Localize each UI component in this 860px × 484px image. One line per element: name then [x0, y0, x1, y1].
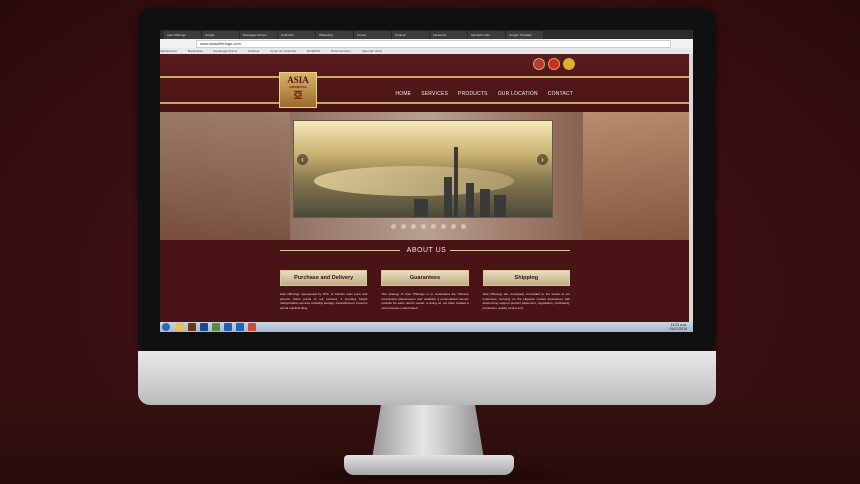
main-nav: HOME SERVICES PRODUCTS OUR LOCATION CONT… [395, 91, 573, 97]
page-scrollbar[interactable] [689, 54, 693, 322]
carousel-dot[interactable] [421, 224, 426, 229]
about-title: ABOUT US [406, 247, 447, 254]
header-gold-line [160, 76, 693, 78]
logo-mark: 亞 [293, 90, 303, 100]
shipping-button[interactable]: Shipping [482, 270, 570, 286]
carousel-dot[interactable] [461, 224, 466, 229]
card-text: The strategy of Asia Offerings is to und… [381, 292, 469, 310]
carousel-slide-image [293, 120, 553, 218]
site-header: ASIA OFFERINGS 亞 HOME SERVICES PRODUCTS … [160, 54, 693, 110]
service-card: Shipping Asia Offerings are completely c… [482, 270, 570, 310]
carousel-dots [391, 224, 466, 229]
word-icon[interactable] [224, 323, 232, 331]
carousel-dot[interactable] [431, 224, 436, 229]
browser-tab[interactable]: Colombia [278, 31, 315, 39]
browser-tab-strip: Asia Offerings Google Estrategia Chinos … [160, 30, 693, 39]
browser-tab[interactable]: Estrategia Chinos [240, 31, 277, 39]
browser-tab[interactable]: Correo [354, 31, 391, 39]
spain-flag-icon[interactable] [563, 58, 575, 70]
about-section-header: ABOUT US [160, 244, 693, 258]
service-card: Purchase and Delivery Asia Offerings rep… [280, 270, 368, 310]
illustrator-icon[interactable] [188, 323, 196, 331]
slide-building [414, 199, 428, 217]
language-switcher [533, 58, 575, 70]
header-gold-line [160, 102, 693, 104]
china-flag-icon[interactable] [548, 58, 560, 70]
hero-right-image [583, 112, 693, 240]
carousel-prev-icon[interactable]: ‹ [297, 154, 308, 165]
service-card: Guarantees The strategy of Asia Offering… [381, 270, 469, 310]
photoshop-icon[interactable] [200, 323, 208, 331]
clock-date: 01/07/2015 [669, 327, 687, 331]
nav-our-location[interactable]: OUR LOCATION [498, 91, 538, 97]
explorer-icon[interactable] [176, 323, 184, 331]
browser-tab[interactable]: Google Translate [506, 31, 543, 39]
url-field[interactable]: www.asiaofferings.com [196, 40, 671, 48]
carousel-dot[interactable] [411, 224, 416, 229]
carousel-next-icon[interactable]: › [537, 154, 548, 165]
carousel-dot[interactable] [401, 224, 406, 229]
monitor-chin [138, 351, 716, 405]
chrome-icon[interactable] [248, 323, 256, 331]
guarantees-button[interactable]: Guarantees [381, 270, 469, 286]
slide-tower [454, 147, 458, 217]
website: ASIA OFFERINGS 亞 HOME SERVICES PRODUCTS … [160, 54, 693, 322]
nav-products[interactable]: PRODUCTS [458, 91, 488, 97]
card-text: Asia Offerings are completely committed … [482, 292, 570, 310]
slide-building [466, 183, 474, 217]
browser-tab[interactable]: Google [202, 31, 239, 39]
service-cards: Purchase and Delivery Asia Offerings rep… [280, 270, 570, 310]
media-icon[interactable] [212, 323, 220, 331]
browser-tab[interactable]: Mercado Libre [468, 31, 505, 39]
purchase-delivery-button[interactable]: Purchase and Delivery [280, 270, 368, 286]
address-bar-row: www.asiaofferings.com [160, 39, 693, 48]
browser-tab[interactable]: Facebook [430, 31, 467, 39]
windows-taskbar: 11:21 a.m. 01/07/2015 [160, 322, 693, 332]
outlook-icon[interactable] [236, 323, 244, 331]
browser-tab[interactable]: Outlook [392, 31, 429, 39]
nav-home[interactable]: HOME [395, 91, 411, 97]
card-text: Asia Offerings represented by W.S. of Ch… [280, 292, 368, 310]
monitor-base [344, 455, 514, 475]
screen: Asia Offerings Google Estrategia Chinos … [160, 30, 693, 332]
carousel-dot[interactable] [391, 224, 396, 229]
slide-building [444, 177, 452, 217]
site-logo[interactable]: ASIA OFFERINGS 亞 [279, 72, 317, 108]
nav-contact[interactable]: CONTACT [548, 91, 573, 97]
browser-tab[interactable]: Asia Offerings [164, 31, 201, 39]
taskbar-clock[interactable]: 11:21 a.m. 01/07/2015 [669, 323, 687, 331]
monitor-stand [372, 405, 484, 459]
carousel-dot[interactable] [441, 224, 446, 229]
browser-tab[interactable]: WhatsApp [316, 31, 353, 39]
slide-building [480, 189, 490, 217]
slide-building [494, 195, 506, 217]
hero-banner: ‹ › [160, 112, 693, 240]
carousel-dot[interactable] [451, 224, 456, 229]
logo-title: ASIA [287, 75, 309, 85]
hero-left-image [160, 112, 290, 240]
start-button-icon[interactable] [162, 323, 170, 331]
us-flag-icon[interactable] [533, 58, 545, 70]
nav-services[interactable]: SERVICES [421, 91, 448, 97]
